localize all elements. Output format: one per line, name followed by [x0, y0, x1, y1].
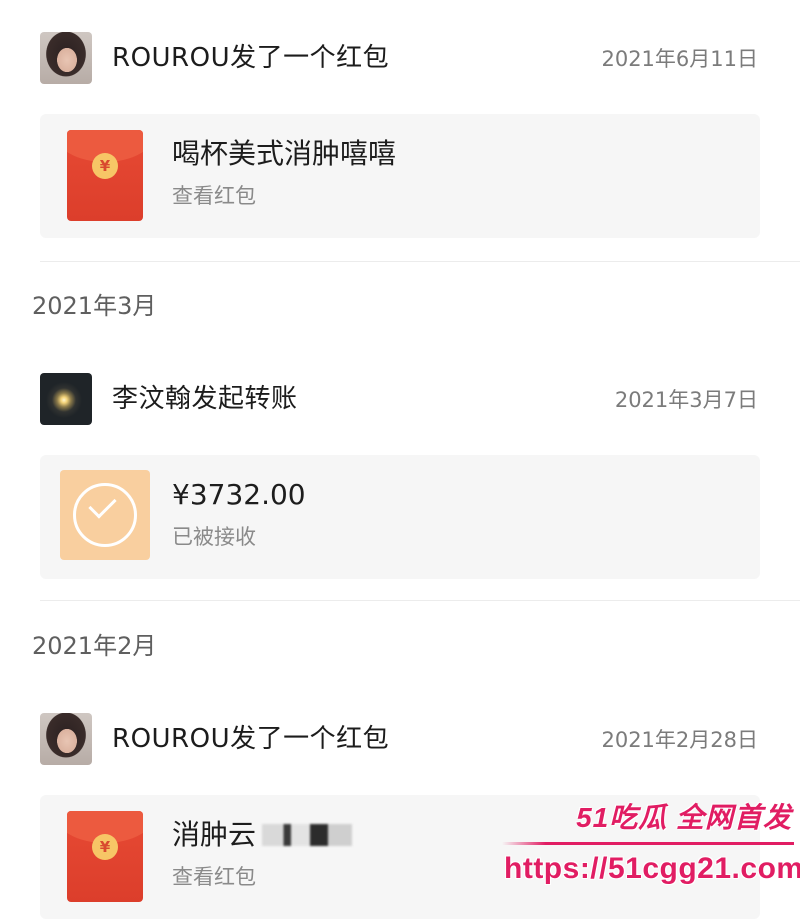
avatar[interactable]	[40, 373, 92, 425]
divider	[40, 261, 800, 262]
date-text: 2021年3月7日	[614, 388, 758, 412]
watermark: 51吃瓜 全网首发 https://51cgg21.com	[494, 790, 800, 904]
watermark-line	[502, 842, 794, 845]
message-header: 李汶翰发起转账 2021年3月7日	[40, 373, 758, 425]
transfer-card[interactable]: ¥3732.00 已被接收	[40, 455, 760, 579]
view-red-packet-label: 查看红包	[172, 865, 256, 889]
month-header: 2021年3月	[32, 292, 157, 320]
message-header: ROUROU发了一个红包 2021年2月28日	[40, 713, 758, 765]
message-header: ROUROU发了一个红包 2021年6月11日	[40, 32, 758, 84]
card-title-text: 消肿云	[172, 818, 257, 851]
month-header: 2021年2月	[32, 632, 157, 660]
date-text: 2021年6月11日	[601, 47, 758, 71]
red-packet-icon: ¥	[67, 130, 143, 221]
transfer-amount: ¥3732.00	[172, 478, 306, 511]
watermark-logo: 51吃瓜 全网首发	[576, 802, 792, 833]
transfer-status: 已被接收	[172, 525, 256, 549]
coin-icon: ¥	[92, 153, 118, 179]
watermark-url: https://51cgg21.com	[504, 852, 800, 885]
red-packet-icon: ¥	[67, 811, 143, 902]
card-title: 消肿云	[172, 817, 383, 853]
sender-text: ROUROU发了一个红包	[112, 43, 390, 73]
card-title: 喝杯美式消肿嘻嘻	[172, 137, 397, 170]
sender-text: 李汶翰发起转账	[112, 384, 298, 414]
avatar[interactable]	[40, 713, 92, 765]
sender-text: ROUROU发了一个红包	[112, 724, 390, 754]
red-packet-card[interactable]: ¥ 喝杯美式消肿嘻嘻 查看红包	[40, 114, 760, 238]
coin-icon: ¥	[92, 834, 118, 860]
date-text: 2021年2月28日	[601, 728, 758, 752]
avatar[interactable]	[40, 32, 92, 84]
view-red-packet-label: 查看红包	[172, 184, 256, 208]
divider	[40, 600, 800, 601]
check-circle-icon	[60, 470, 150, 560]
redacted-blur	[262, 824, 383, 846]
